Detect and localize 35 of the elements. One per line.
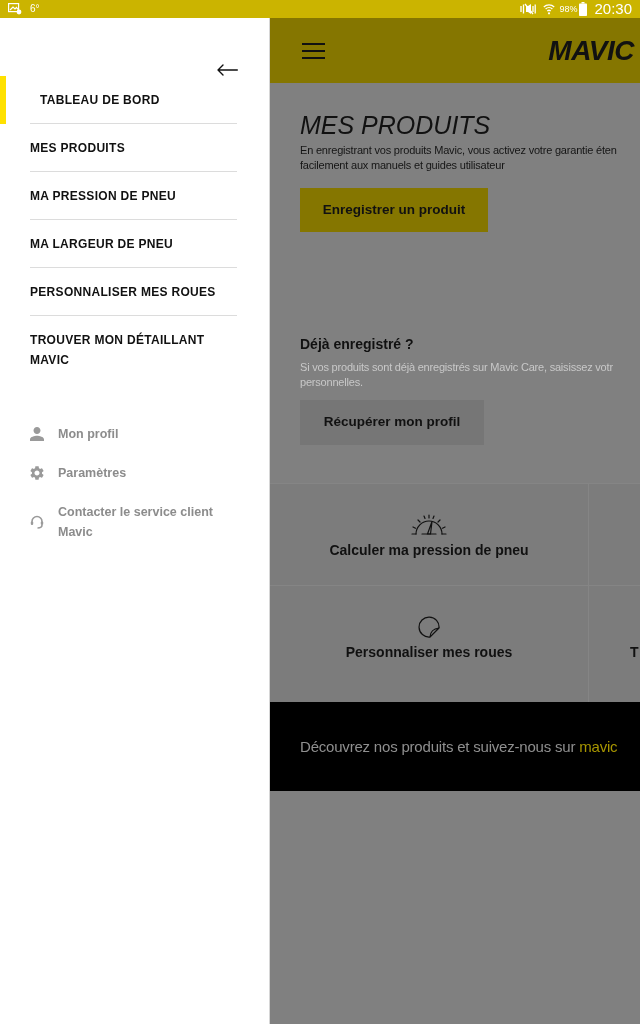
menu-item[interactable]: Contacter le service client Mavic bbox=[0, 502, 223, 542]
feature-tile[interactable]: Personnaliser mes roues bbox=[270, 586, 588, 702]
description-text: En enregistrant vos produits Mavic, vous activez votre garantie éten facilement aux manuels et guides utilisateur bbox=[300, 143, 617, 173]
menu-item[interactable]: MA LARGEUR DE PNEU bbox=[0, 220, 237, 268]
description-text: Si vos produits sont déjà enregistrés sur Mavic Care, saisissez votr personnelles. bbox=[300, 360, 613, 390]
menu-item[interactable]: MA PRESSION DE PNEU bbox=[0, 172, 237, 220]
page-title: MES PRODUITS bbox=[300, 110, 491, 140]
person-icon bbox=[30, 427, 44, 441]
sticker-icon bbox=[418, 616, 440, 638]
mute-icon bbox=[520, 3, 537, 15]
back-arrow-icon[interactable] bbox=[217, 64, 238, 76]
footer-text: Découvrez nos produits et suivez-nous sur mavic bbox=[300, 737, 618, 756]
clock-text: 20:30 bbox=[594, 1, 632, 17]
recover-profile-button[interactable]: Récupérer mon profil bbox=[300, 400, 484, 445]
battery-icon bbox=[579, 2, 588, 16]
selected-indicator bbox=[0, 76, 6, 124]
headset-icon bbox=[30, 515, 44, 529]
temperature-text: 6° bbox=[30, 3, 40, 15]
wifi-icon bbox=[543, 3, 556, 15]
brand-logo[interactable]: MAVIC bbox=[548, 35, 634, 66]
menu-item[interactable]: PERSONNALISER MES ROUES bbox=[0, 268, 237, 316]
section-heading: Déjà enregistré ? bbox=[300, 336, 414, 353]
menu-item[interactable]: Paramètres bbox=[0, 463, 127, 483]
menu-item[interactable]: MES PRODUITS bbox=[0, 124, 237, 172]
battery-percent-text: 98% bbox=[559, 3, 578, 15]
menu-icon[interactable] bbox=[302, 42, 325, 59]
menu-item[interactable]: TABLEAU DE BORD bbox=[0, 76, 237, 124]
menu-item[interactable]: Mon profil bbox=[0, 424, 119, 444]
menu-item[interactable]: TROUVER MON DÉTAILLANT MAVIC bbox=[0, 316, 237, 383]
settings-icon bbox=[30, 466, 44, 480]
feature-tile[interactable]: T bbox=[589, 586, 640, 702]
feature-tile[interactable]: Calculer ma pression de pneu bbox=[270, 484, 588, 585]
gallery-icon bbox=[8, 3, 22, 15]
footer-link[interactable]: mavic bbox=[579, 737, 618, 755]
register-product-button[interactable]: Enregistrer un produit bbox=[300, 188, 488, 232]
